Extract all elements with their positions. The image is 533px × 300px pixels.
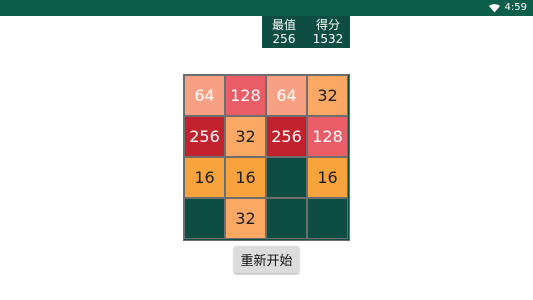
- wifi-icon: [488, 3, 500, 12]
- restart-button[interactable]: 重新开始: [234, 246, 299, 273]
- tile-64: 64: [266, 75, 307, 116]
- tile-256: 256: [266, 116, 307, 157]
- empty-cell: [266, 157, 307, 198]
- best-score-label: 最值: [271, 18, 296, 32]
- best-score-value: 256: [272, 32, 296, 46]
- tile-64: 64: [184, 75, 225, 116]
- tile-256: 256: [184, 116, 225, 157]
- status-bar: 4:59: [0, 0, 533, 16]
- score-panel: 最值 256 得分 1532: [262, 16, 350, 48]
- game-board[interactable]: 64 128 64 32 256 32 256 128 16 16 16 32: [183, 74, 350, 241]
- tile-128: 128: [307, 116, 348, 157]
- empty-cell: [266, 198, 307, 239]
- status-icons: 4:59: [488, 0, 527, 16]
- current-score-label: 得分: [315, 18, 340, 32]
- tile-16: 16: [225, 157, 266, 198]
- game-screen: 4:59 最值 256 得分 1532 64 128 64 32 256 32 256 128…: [0, 0, 533, 300]
- tile-128: 128: [225, 75, 266, 116]
- tile-16: 16: [184, 157, 225, 198]
- best-score: 最值 256: [262, 16, 306, 48]
- current-score: 得分 1532: [306, 16, 350, 48]
- empty-cell: [184, 198, 225, 239]
- tile-16: 16: [307, 157, 348, 198]
- current-score-value: 1532: [312, 32, 344, 46]
- tile-32: 32: [225, 116, 266, 157]
- status-clock: 4:59: [504, 2, 527, 13]
- tile-32: 32: [307, 75, 348, 116]
- empty-cell: [307, 198, 348, 239]
- tile-32: 32: [225, 198, 266, 239]
